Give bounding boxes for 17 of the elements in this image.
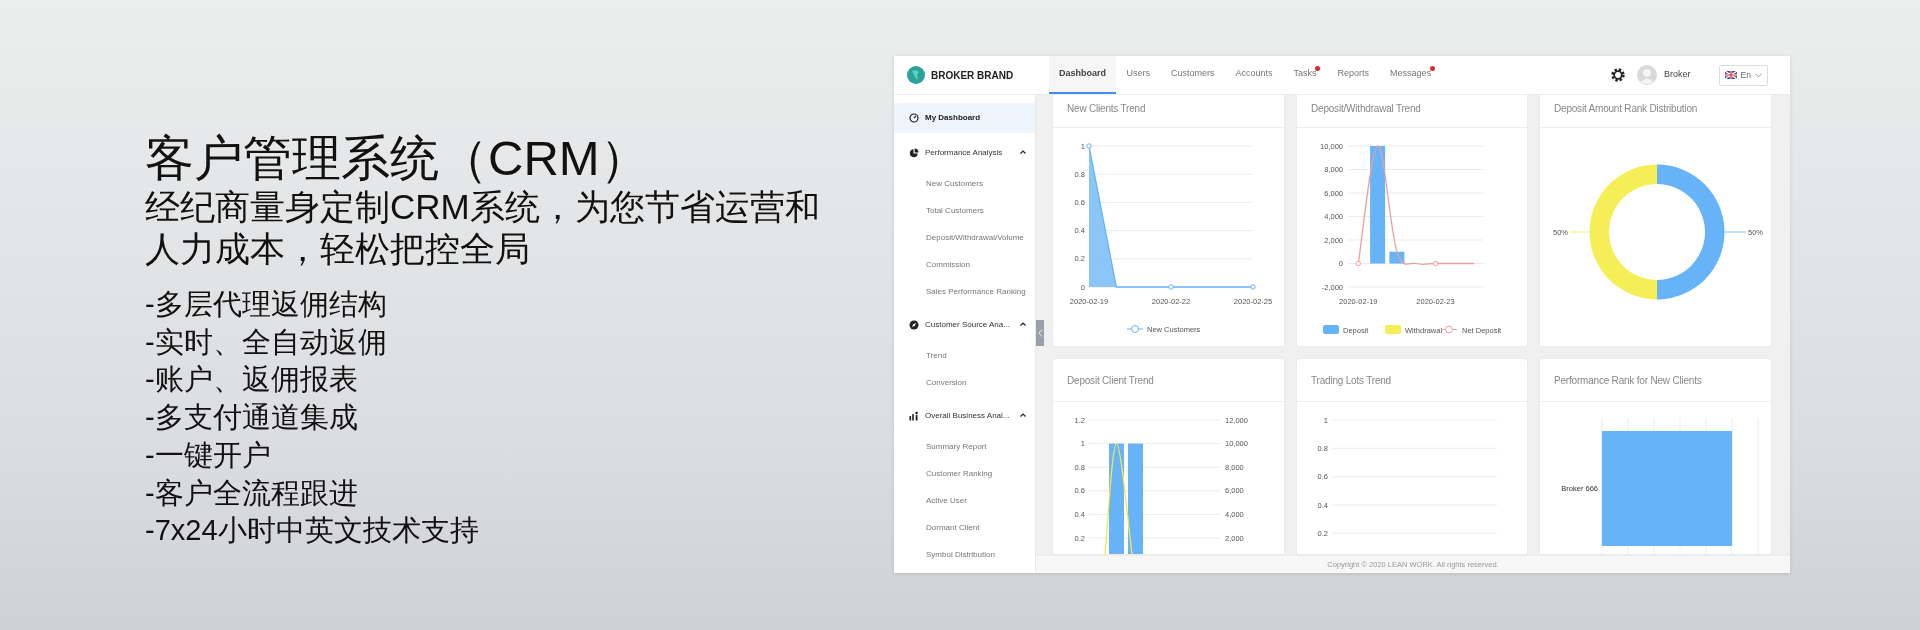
user-name: Broker	[1664, 68, 1691, 82]
card-title: Deposit Client Trend	[1053, 359, 1284, 402]
feature-item: -账户、返佣报表	[145, 362, 359, 398]
card-title: New Clients Trend	[1053, 95, 1284, 128]
card-title: Deposit/Withdrawal Trend	[1297, 95, 1527, 128]
card-title: Trading Lots Trend	[1297, 359, 1527, 402]
brand-name: BROKER BRAND	[931, 68, 1014, 83]
card-title: Deposit Amount Rank Distribution	[1540, 95, 1771, 128]
feature-item: -客户全流程跟进	[145, 475, 359, 511]
feature-item: -一键开户	[145, 437, 272, 473]
feature-item: -实时、全自动返佣	[145, 324, 388, 360]
promo-title: 客户管理系统（CRM）	[145, 130, 650, 186]
promo-subtitle: 经纪商量身定制CRM系统，为您节省运营和人力成本，轻松把控全局	[145, 186, 821, 270]
feature-item: -7x24小时中英文技术支持	[145, 513, 480, 549]
feature-item: -多支付通道集成	[145, 400, 359, 436]
card-title: Performance Rank for New Clients	[1540, 359, 1771, 402]
feature-item: -多层代理返佣结构	[145, 287, 388, 322]
